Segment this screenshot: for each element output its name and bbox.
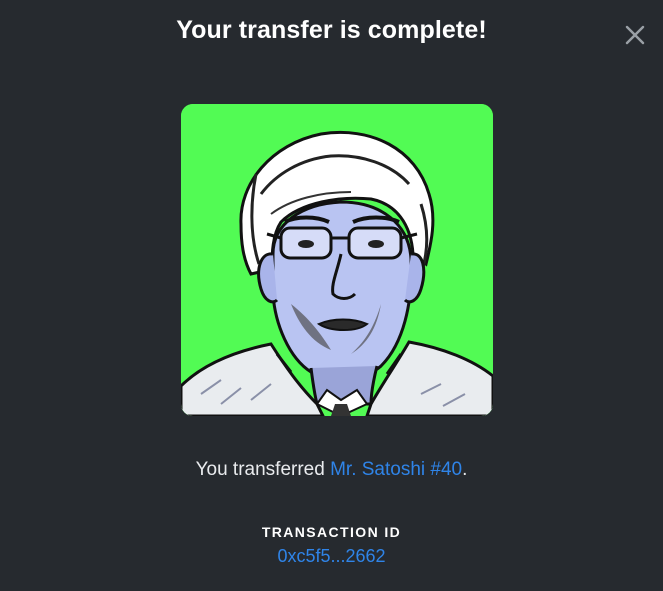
nft-image xyxy=(181,104,493,416)
item-link[interactable]: Mr. Satoshi #40 xyxy=(330,459,462,480)
transaction-id-link[interactable]: 0xc5f5...2662 xyxy=(277,546,385,566)
message-prefix: You transferred xyxy=(195,459,331,480)
transfer-complete-modal: Your transfer is complete! You transferr… xyxy=(0,0,663,591)
transaction-id-label: TRANSACTION ID xyxy=(261,524,402,540)
close-icon xyxy=(621,21,649,49)
modal-title: Your transfer is complete! xyxy=(176,16,487,44)
transaction-id-row: 0xc5f5...2662 xyxy=(0,546,663,567)
message-suffix: . xyxy=(462,459,468,480)
transfer-message: You transferred Mr. Satoshi #40. xyxy=(0,459,663,481)
close-button[interactable] xyxy=(621,21,649,49)
